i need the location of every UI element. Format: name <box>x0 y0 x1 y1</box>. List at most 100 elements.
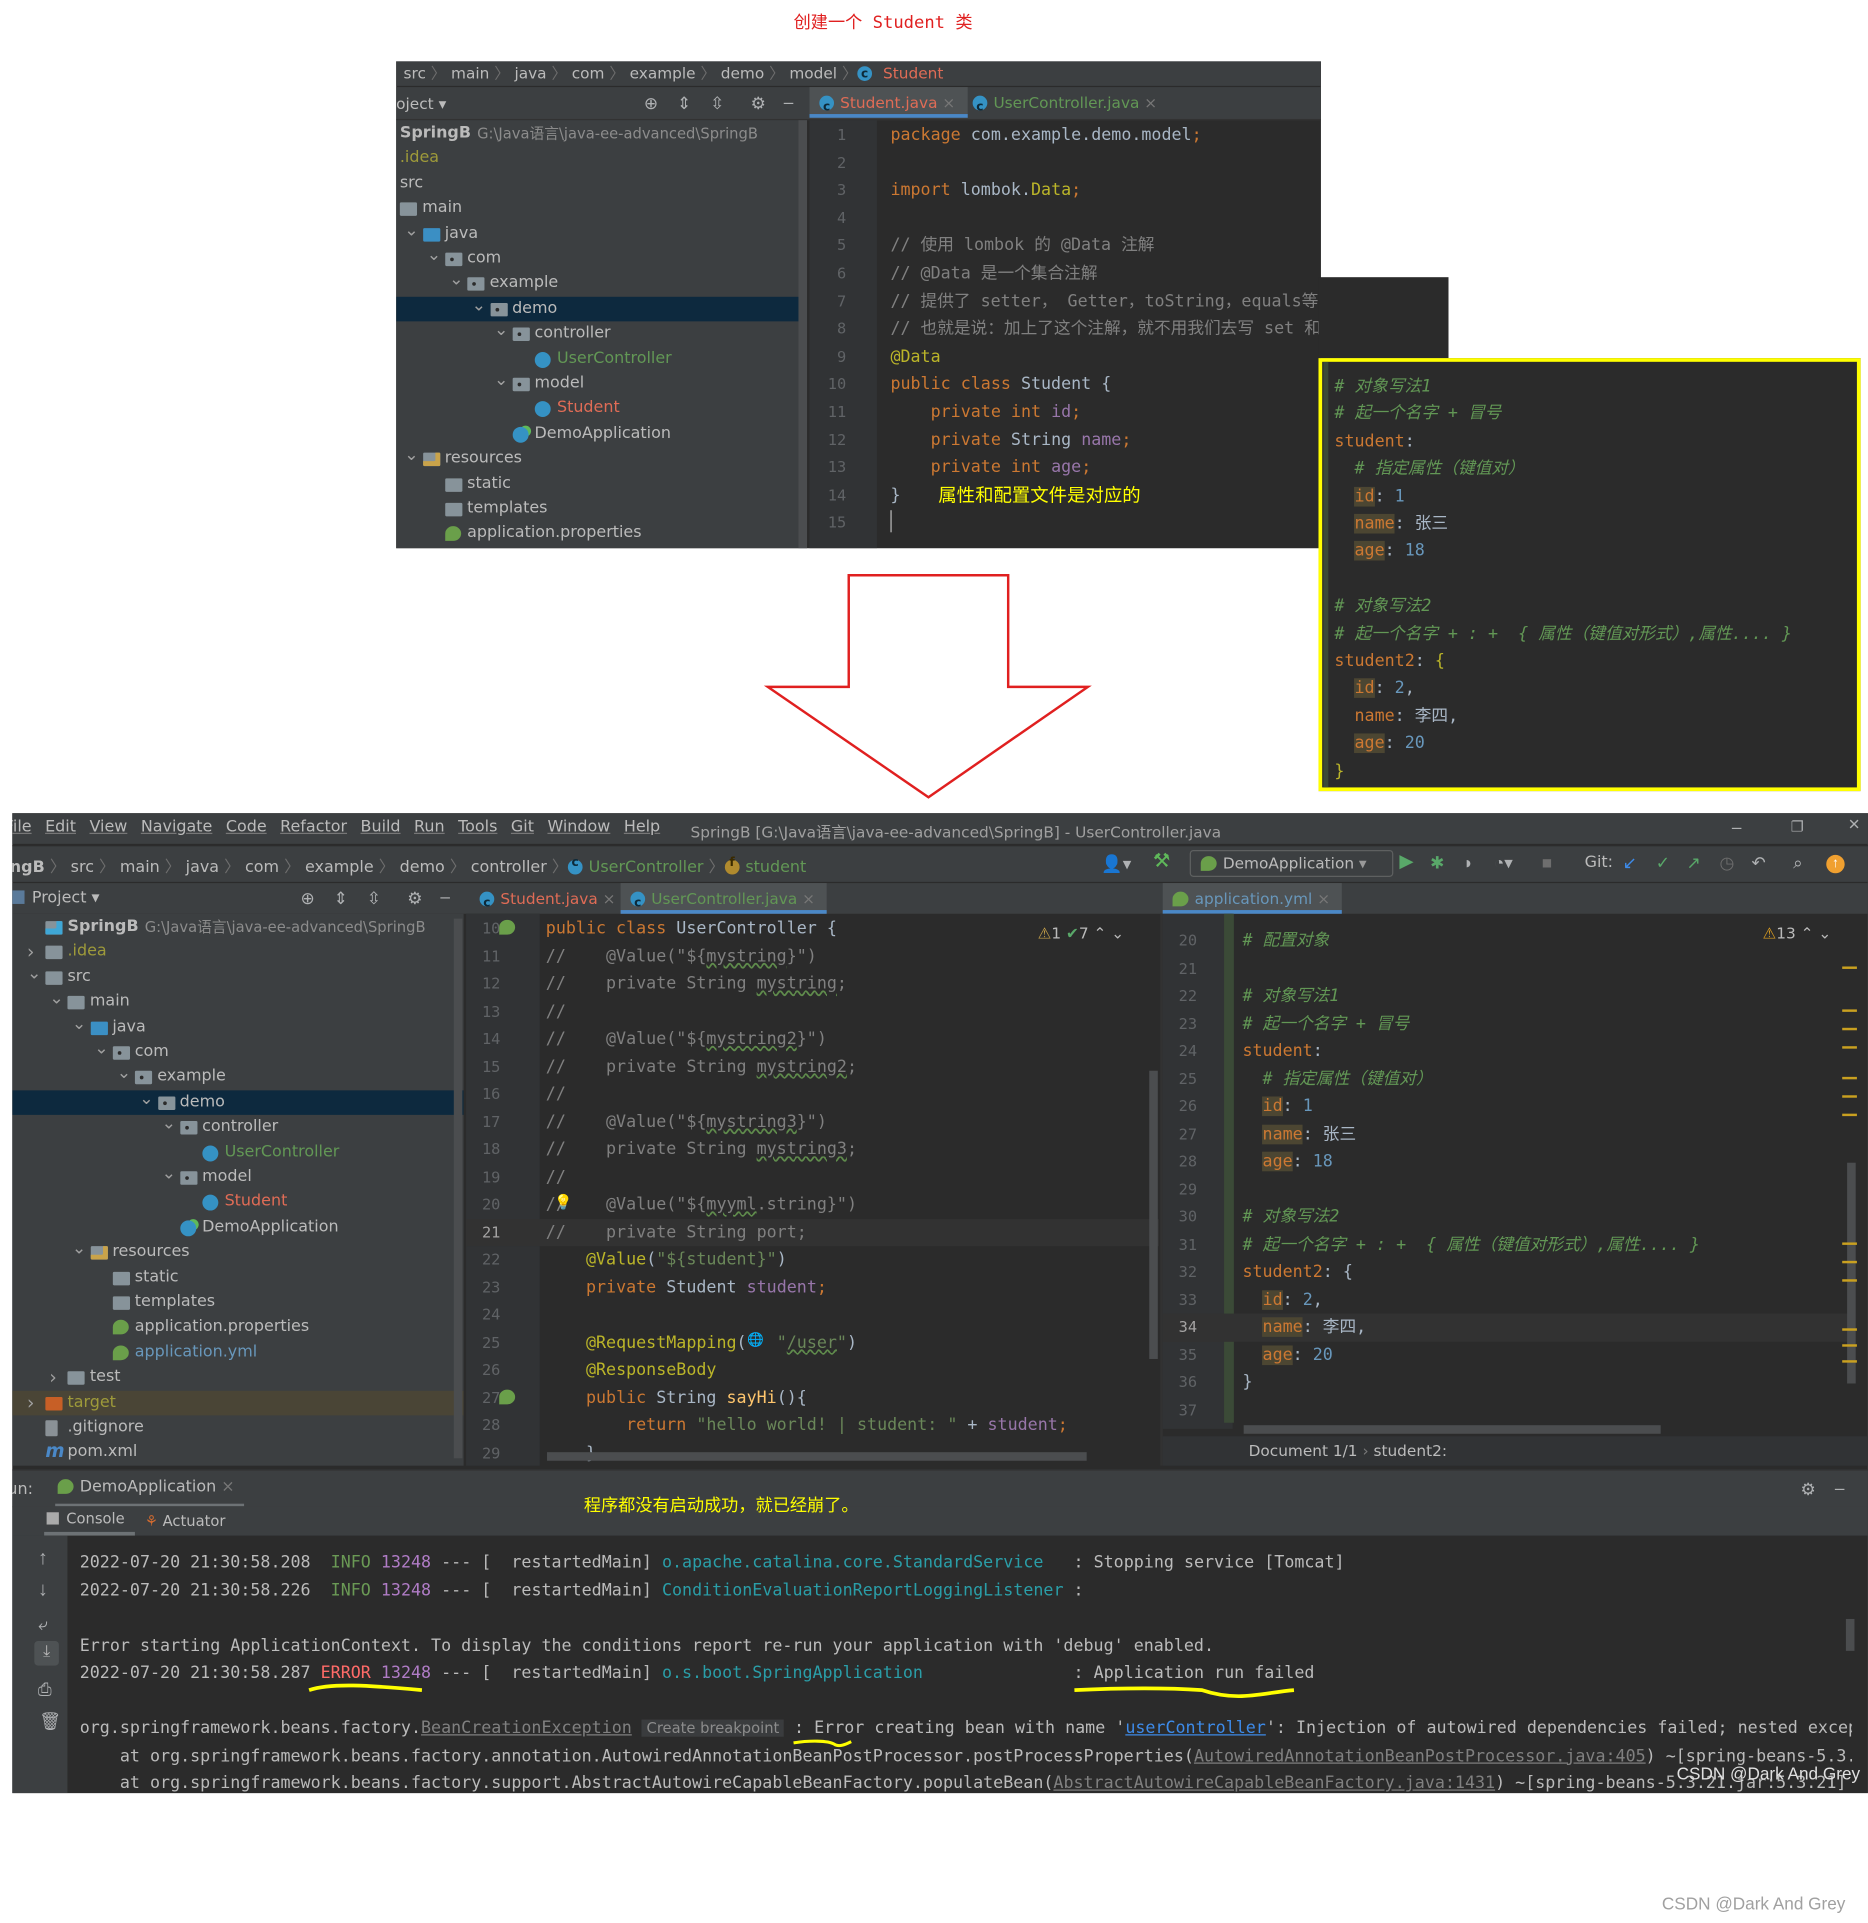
tab-application-yml[interactable]: application.yml × <box>1162 883 1343 914</box>
collapse-all-icon[interactable]: ⇳ <box>367 889 381 906</box>
tab-usercontroller-java[interactable]: UserController.java × <box>963 87 1170 123</box>
chevron-down-icon[interactable]: ⌄ <box>72 1237 86 1262</box>
tree-item[interactable]: ⌄ example <box>12 1064 463 1090</box>
breadcrumb-item[interactable]: student <box>745 859 806 877</box>
tree-item[interactable]: ⌄src <box>396 171 807 196</box>
tree-item[interactable]: ›.idea <box>396 146 807 171</box>
stop-icon[interactable]: ■ <box>1542 854 1552 871</box>
tree-item[interactable]: ⌄ java <box>12 1014 463 1040</box>
menu-run[interactable]: Run <box>414 818 445 836</box>
warning-stripe[interactable] <box>1842 1113 1857 1117</box>
tree-item[interactable]: .gitignore <box>12 1415 463 1440</box>
history-icon[interactable]: ◷ <box>1720 854 1735 871</box>
tree-item[interactable]: ⌄ controller <box>12 1114 463 1140</box>
close-icon[interactable]: × <box>1317 889 1330 907</box>
tab-usercontroller-java[interactable]: UserController.java × <box>620 883 828 919</box>
git-commit-icon[interactable]: ✓ <box>1656 854 1670 871</box>
breadcrumb-item[interactable]: controller <box>471 859 547 877</box>
tree-item[interactable]: ⌄ controller <box>396 320 807 347</box>
spring-endpoint-icon[interactable] <box>499 1389 516 1404</box>
yml-code-editor[interactable]: 20 # 配置对象 21 22 # 对象写法1 23 # 起一个名字 + 冒号 24 stude… <box>1162 914 1856 1429</box>
globe-icon[interactable]: 🌐 <box>747 1331 764 1348</box>
collapse-all-icon[interactable]: ⇳ <box>710 94 724 111</box>
chevron-down-icon[interactable]: ⌄ <box>472 293 486 318</box>
print-icon[interactable]: ⎙ <box>38 1680 52 1697</box>
menu-edit[interactable]: Edit <box>45 818 76 836</box>
menu-help[interactable]: Help <box>624 818 660 836</box>
breadcrumb-item[interactable]: main <box>451 64 489 82</box>
tree-item[interactable]: ⌄ resources <box>396 445 807 472</box>
warning-stripe[interactable] <box>1842 1027 1857 1031</box>
chevron-down-icon[interactable]: ⌄ <box>139 1086 153 1111</box>
java-code-editor[interactable]: 10 public class UserController {11 // @Val… <box>466 914 1160 1466</box>
close-icon[interactable]: × <box>598 889 616 907</box>
breadcrumb-item[interactable]: Student <box>883 64 943 82</box>
tree-item[interactable]: ›.idea <box>12 940 463 965</box>
warning-stripe[interactable] <box>1842 1095 1857 1098</box>
horizontal-scrollbar[interactable] <box>547 1452 1087 1461</box>
restore-window-icon[interactable]: ❐ <box>1791 818 1804 835</box>
expand-all-icon[interactable]: ⇕ <box>677 94 691 111</box>
document-indicator[interactable]: Document 1/1 <box>1249 1441 1358 1459</box>
tree-item[interactable]: templates <box>396 497 807 522</box>
minimize-icon[interactable]: – <box>440 888 450 905</box>
chevron-down-icon[interactable]: ⌄ <box>404 443 418 468</box>
tree-item[interactable]: Student <box>396 397 807 422</box>
warning-stripe[interactable] <box>1842 1328 1857 1331</box>
yml-vertical-scrollbar[interactable] <box>1847 1162 1856 1384</box>
warning-stripe[interactable] <box>1842 1360 1857 1363</box>
git-update-icon[interactable]: ↙ <box>1623 854 1637 871</box>
arrow-down-icon[interactable]: ↓ <box>38 1580 48 1600</box>
tree-item[interactable]: SpringB G:\Java语言\java-ee-advanced\Spring… <box>396 121 807 146</box>
minimize-icon[interactable]: – <box>1835 1479 1845 1496</box>
warning-stripe[interactable] <box>1842 966 1857 969</box>
gear-icon[interactable]: ⚙ <box>407 889 422 906</box>
breadcrumb-item[interactable]: com <box>572 64 605 82</box>
chevron-down-icon[interactable]: ⌄ <box>449 268 463 293</box>
warning-stripe[interactable] <box>1842 1242 1857 1245</box>
user-icon[interactable]: 👤▾ <box>1101 855 1131 872</box>
breadcrumb-item[interactable]: com <box>245 859 279 877</box>
chevron-down-icon[interactable]: ⌄ <box>494 368 508 393</box>
chevron-down-icon[interactable]: ⌄ <box>494 318 508 343</box>
gear-icon[interactable]: ⚙ <box>751 94 766 111</box>
tree-item[interactable]: ⌄ java <box>396 220 807 246</box>
trash-icon[interactable]: 🗑 <box>39 1712 61 1729</box>
menu-refactor[interactable]: Refactor <box>280 818 347 836</box>
spring-bean-icon[interactable] <box>499 919 516 935</box>
locate-icon[interactable]: ⊕ <box>644 94 658 111</box>
scroll-to-end-icon[interactable]: ⤓ <box>34 1641 59 1666</box>
tree-item[interactable]: ⌄ demo <box>396 295 808 322</box>
breadcrumb-item[interactable]: demo <box>400 859 445 877</box>
tree-item[interactable]: › target <box>12 1390 464 1415</box>
yml-inspection-widget[interactable]: ⚠13 ⌃ ⌄ <box>1762 924 1831 942</box>
debug-icon[interactable]: ✱ <box>1430 854 1444 871</box>
coverage-icon[interactable]: ◗ <box>1463 854 1473 871</box>
project-view-selector[interactable]: oject ▾ <box>396 94 446 112</box>
chevron-up-icon[interactable]: ⌃ <box>1094 924 1107 942</box>
tree-item[interactable]: templates <box>12 1290 463 1315</box>
warning-stripe[interactable] <box>1842 1076 1857 1080</box>
tree-item[interactable]: › test <box>12 1365 463 1390</box>
tree-item[interactable]: static <box>396 472 807 497</box>
chevron-down-icon[interactable]: ⌄ <box>27 961 41 986</box>
tree-item[interactable]: ⌄ model <box>396 370 807 397</box>
project-view-selector[interactable]: Project ▾ <box>12 889 100 908</box>
tree-item[interactable]: application.properties <box>12 1315 463 1340</box>
tree-item[interactable]: SpringB G:\Java语言\java-ee-advanced\Spring… <box>12 915 463 940</box>
tree-item[interactable]: ⌄ demo <box>12 1089 464 1115</box>
yml-horizontal-scrollbar[interactable] <box>1243 1425 1661 1434</box>
tab-student-java[interactable]: Student.java × <box>470 883 628 919</box>
tree-scrollbar[interactable] <box>453 918 463 1459</box>
run-tab-demoapplication[interactable]: DemoApplication × <box>55 1471 245 1508</box>
inspection-widget[interactable]: ⚠1 ✔7 ⌃ ⌄ <box>1038 924 1125 942</box>
warning-stripe[interactable] <box>1842 1260 1857 1264</box>
tree-item[interactable]: ⌄ resources <box>12 1237 463 1265</box>
run-icon[interactable]: ▶ <box>1399 852 1413 871</box>
breadcrumb-item[interactable]: example <box>305 859 374 877</box>
tree-item[interactable]: application.yml <box>12 1340 463 1365</box>
tree-item[interactable]: ⌄src <box>12 964 463 990</box>
tree-item[interactable]: UserController <box>396 347 807 372</box>
breadcrumb-item[interactable]: src <box>71 859 94 877</box>
tree-item[interactable]: m pom.xml <box>12 1440 463 1465</box>
